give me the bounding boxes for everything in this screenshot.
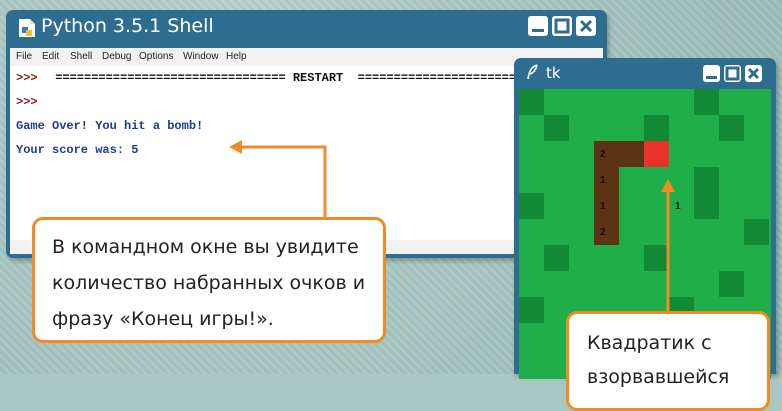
arrow-to-message [240, 145, 327, 217]
arrow-head-bomb [661, 179, 675, 192]
callout-arrows [229, 140, 675, 311]
arrow-head-message [229, 140, 242, 154]
